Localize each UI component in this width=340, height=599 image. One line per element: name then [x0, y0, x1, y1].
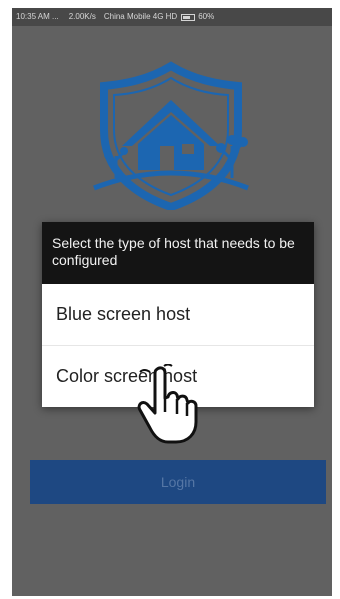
- dialog-title: Select the type of host that needs to be…: [42, 222, 314, 284]
- phone-screen: 10:35 AM ... 2.00K/s China Mobile 4G HD …: [12, 8, 332, 596]
- tap-hand-icon: [137, 364, 198, 444]
- option-blue-screen-host[interactable]: Blue screen host: [42, 284, 314, 345]
